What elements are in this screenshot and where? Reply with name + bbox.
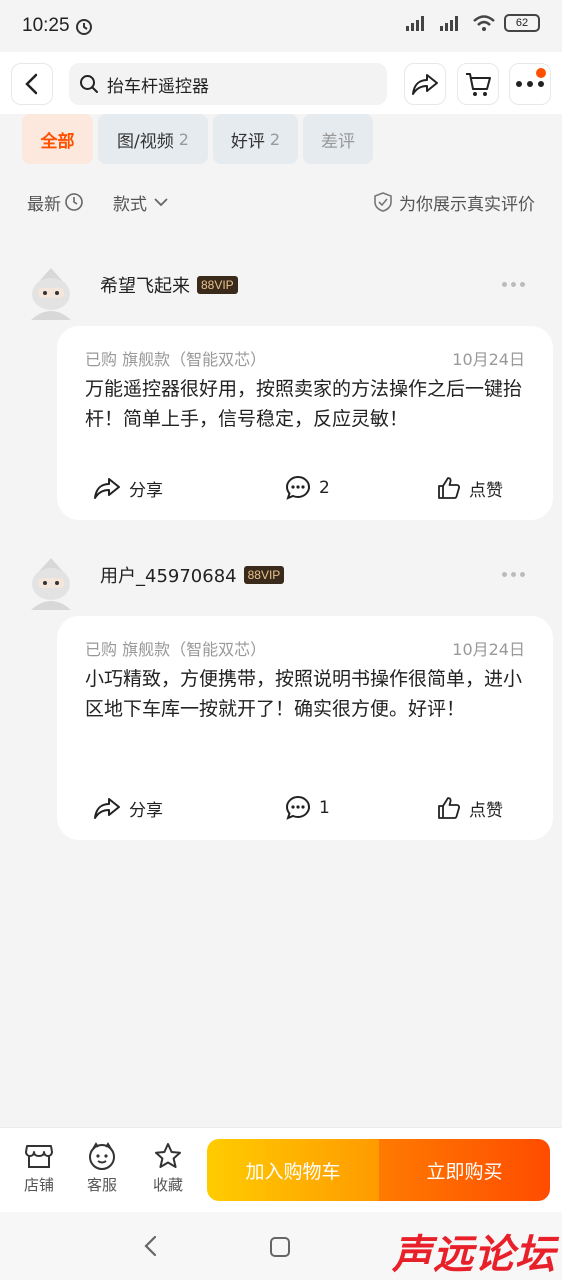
review-more-button[interactable] [502, 572, 525, 577]
forum-watermark-logo: 声远论坛 [392, 1232, 556, 1278]
tab-media[interactable]: 图/视频 2 [98, 114, 208, 164]
sort-row: 最新 款式 为你展示真实评价 [0, 180, 562, 224]
avatar[interactable] [25, 554, 77, 610]
shield-check-icon [374, 192, 392, 212]
vip-badge: 88VIP [197, 276, 238, 294]
signal-icon [406, 16, 424, 31]
store-label: 店铺 [23, 1176, 54, 1194]
share-icon [412, 74, 438, 95]
review-card: 已购 旗舰款（智能双芯） 10月24日 小巧精致，方便携带，按照说明书操作很简单… [57, 616, 553, 840]
like-label: 点赞 [469, 480, 503, 501]
tab-count: 2 [178, 129, 189, 149]
comment-count: 1 [319, 798, 330, 818]
tab-label: 全部 [40, 131, 75, 152]
comment-icon [285, 795, 311, 820]
service-icon [89, 1142, 115, 1170]
review-more-button[interactable] [502, 282, 525, 287]
favorite-label: 收藏 [152, 1176, 183, 1194]
customer-service-button[interactable]: 客服 [82, 1142, 122, 1195]
share-action[interactable]: 分享 [93, 788, 163, 828]
more-button[interactable] [509, 63, 551, 105]
sort-latest-button[interactable]: 最新 [27, 190, 84, 215]
wifi-icon [473, 15, 495, 31]
status-icons: 62 [404, 14, 540, 32]
like-label: 点赞 [469, 800, 503, 821]
notification-dot [536, 68, 546, 78]
top-nav: 抬车杆遥控器 [0, 52, 562, 114]
review-actions: 分享 2 点赞 [57, 468, 553, 508]
alarm-icon [75, 19, 92, 35]
like-action[interactable]: 点赞 [437, 468, 503, 508]
username-text: 用户_45970684 [100, 566, 237, 587]
thumbs-up-icon [438, 797, 461, 819]
purchase-info: 已购 旗舰款（智能双芯） [85, 640, 267, 659]
buy-now-button[interactable]: 立即购买 [379, 1139, 550, 1201]
tab-all[interactable]: 全部 [22, 114, 93, 164]
tab-label: 好评 [230, 131, 265, 152]
filter-tabs: 全部 图/视频 2 好评 2 差评 [0, 114, 562, 166]
chevron-down-icon [154, 198, 168, 207]
share-icon [94, 478, 120, 499]
comment-count: 2 [319, 478, 330, 498]
comment-icon [285, 475, 311, 500]
star-icon [155, 1143, 181, 1168]
system-nav-bar: 声远论坛 [0, 1212, 562, 1280]
username-text: 希望飞起来 [100, 276, 190, 297]
sort-style-dropdown[interactable]: 款式 [113, 190, 170, 215]
review-text: 小巧精致，方便携带，按照说明书操作很简单，进小区地下车库一按就开了！确实很方便。… [85, 668, 523, 720]
thumbs-up-icon [438, 477, 461, 499]
share-icon [94, 798, 120, 819]
review-text: 万能遥控器很好用，按照卖家的方法操作之后一键抬杆！简单上手，信号稳定，反应灵敏！ [85, 378, 523, 430]
comment-action[interactable]: 2 [285, 468, 330, 508]
add-to-cart-button[interactable]: 加入购物车 [207, 1139, 379, 1201]
genuine-review-notice[interactable]: 为你展示真实评价 [372, 190, 535, 215]
purchase-info: 已购 旗舰款（智能双芯） [85, 350, 267, 369]
share-action[interactable]: 分享 [93, 468, 163, 508]
service-label: 客服 [86, 1176, 117, 1194]
tab-label: 差评 [321, 131, 355, 152]
back-button[interactable] [11, 63, 53, 105]
tab-bad-reviews[interactable]: 差评 [303, 114, 373, 164]
username[interactable]: 用户_45970684 88VIP [100, 562, 285, 588]
status-bar: 10:25 62 [0, 0, 562, 52]
sort-style-label: 款式 [113, 194, 147, 215]
cart-icon [466, 73, 491, 96]
review-actions: 分享 1 点赞 [57, 788, 553, 828]
status-time: 10:25 [22, 15, 70, 36]
clock-icon [65, 193, 83, 211]
system-back-icon[interactable] [142, 1234, 160, 1258]
bottom-action-bar: 店铺 客服 收藏 加入购物车 立即购买 [0, 1127, 562, 1212]
more-icon [516, 81, 544, 87]
tab-label: 图/视频 [117, 131, 174, 152]
share-label: 分享 [129, 800, 163, 821]
comment-action[interactable]: 1 [285, 788, 330, 828]
share-button[interactable] [404, 63, 446, 105]
review-card: 已购 旗舰款（智能双芯） 10月24日 万能遥控器很好用，按照卖家的方法操作之后… [57, 326, 553, 520]
store-icon [25, 1145, 53, 1168]
review-date: 10月24日 [452, 640, 525, 659]
favorite-button[interactable]: 收藏 [148, 1142, 188, 1195]
username[interactable]: 希望飞起来 88VIP [100, 272, 238, 298]
search-input[interactable]: 抬车杆遥控器 [69, 63, 387, 105]
tab-count: 2 [269, 129, 281, 149]
like-action[interactable]: 点赞 [437, 788, 503, 828]
chevron-left-icon [25, 73, 38, 95]
search-icon [80, 75, 98, 93]
sort-latest-label: 最新 [27, 194, 61, 215]
tab-good-reviews[interactable]: 好评 2 [213, 114, 298, 164]
signal-icon-2 [440, 16, 458, 31]
search-query: 抬车杆遥控器 [107, 76, 209, 97]
review-date: 10月24日 [452, 350, 525, 369]
vip-badge: 88VIP [243, 566, 285, 584]
genuine-label: 为你展示真实评价 [399, 194, 535, 215]
cart-button[interactable] [457, 63, 499, 105]
battery-indicator: 62 [504, 14, 540, 32]
share-label: 分享 [129, 480, 163, 501]
system-home-icon[interactable] [269, 1236, 291, 1258]
avatar[interactable] [25, 264, 77, 320]
store-button[interactable]: 店铺 [19, 1142, 59, 1195]
